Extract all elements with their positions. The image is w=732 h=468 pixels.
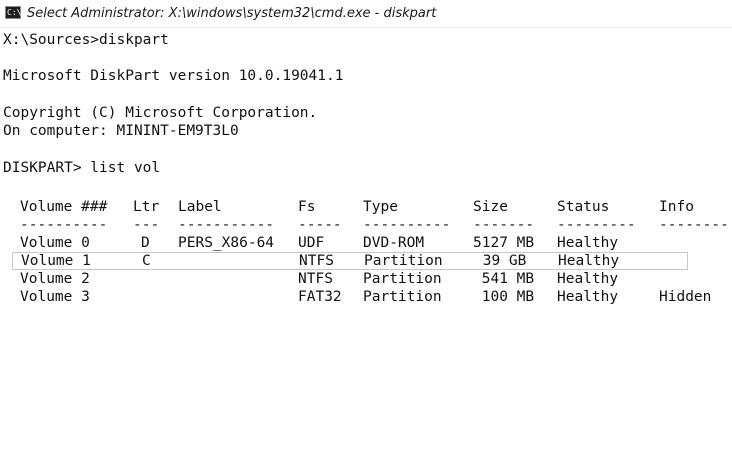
cell-status: Healthy bbox=[558, 253, 620, 269]
header-ltr: Ltr bbox=[133, 199, 160, 215]
separator: ---------- bbox=[363, 217, 451, 233]
command-line: DISKPART> list vol bbox=[3, 160, 161, 176]
separator: --- bbox=[133, 217, 160, 233]
cmd-icon-label: C:\ bbox=[7, 8, 22, 17]
table-header-row: Volume ### Ltr Label Fs Type Size Status… bbox=[3, 198, 723, 216]
separator: --------- bbox=[557, 217, 636, 233]
cell-size: 541 MB bbox=[473, 271, 535, 287]
separator: ----- bbox=[298, 217, 342, 233]
copyright-line: Copyright (C) Microsoft Corporation. bbox=[3, 105, 318, 121]
table-separator-row: ---------- --- ----------- ----- -------… bbox=[3, 216, 732, 234]
cell-volume: Volume 1 bbox=[21, 253, 91, 269]
cell-fs: NTFS bbox=[298, 271, 333, 287]
cell-fs: NTFS bbox=[299, 253, 334, 269]
window-title: Select Administrator: X:\windows\system3… bbox=[27, 6, 437, 21]
cell-type: DVD-ROM bbox=[363, 235, 425, 251]
console-output[interactable]: X:\Sources>diskpart Microsoft DiskPart v… bbox=[0, 28, 732, 319]
cell-size: 100 MB bbox=[473, 289, 535, 305]
header-info: Info bbox=[659, 199, 694, 215]
prompt-line: X:\Sources>diskpart bbox=[3, 32, 169, 48]
separator: ---------- bbox=[20, 217, 108, 233]
cell-label: PERS_X86-64 bbox=[178, 235, 275, 251]
table-row-selected[interactable]: Volume 1 C NTFS Partition 39 GB Healthy bbox=[12, 252, 688, 270]
cell-ltr: D bbox=[141, 235, 150, 251]
header-type: Type bbox=[363, 199, 398, 215]
cell-size: 5127 MB bbox=[473, 235, 535, 251]
separator: -------- bbox=[659, 217, 729, 233]
separator: ----------- bbox=[178, 217, 275, 233]
cell-type: Partition bbox=[363, 289, 442, 305]
separator: ------- bbox=[473, 217, 535, 233]
header-volume: Volume ### bbox=[20, 199, 108, 215]
cell-volume: Volume 0 bbox=[20, 235, 90, 251]
header-fs: Fs bbox=[298, 199, 316, 215]
computer-name-line: On computer: MININT-EM9T3L0 bbox=[3, 123, 239, 139]
cell-volume: Volume 2 bbox=[20, 271, 90, 287]
cell-type: Partition bbox=[363, 271, 442, 287]
cell-size: 39 GB bbox=[474, 253, 527, 269]
cell-info: Hidden bbox=[659, 289, 712, 305]
cell-fs: FAT32 bbox=[298, 289, 342, 305]
cell-status: Healthy bbox=[557, 289, 619, 305]
header-size: Size bbox=[473, 199, 508, 215]
cell-type: Partition bbox=[364, 253, 443, 269]
cell-status: Healthy bbox=[557, 235, 619, 251]
cell-fs: UDF bbox=[298, 235, 325, 251]
table-row: Volume 3 FAT32 Partition 100 MB Healthy … bbox=[3, 288, 723, 306]
header-label: Label bbox=[178, 199, 222, 215]
window-titlebar[interactable]: C:\ Select Administrator: X:\windows\sys… bbox=[0, 0, 732, 28]
table-row: Volume 2 NTFS Partition 541 MB Healthy bbox=[3, 270, 723, 288]
cell-ltr: C bbox=[142, 253, 151, 269]
cmd-app-icon[interactable]: C:\ bbox=[5, 6, 21, 19]
version-line: Microsoft DiskPart version 10.0.19041.1 bbox=[3, 68, 344, 84]
cell-status: Healthy bbox=[557, 271, 619, 287]
header-status: Status bbox=[557, 199, 610, 215]
table-row: Volume 0 D PERS_X86-64 UDF DVD-ROM 5127 … bbox=[3, 234, 723, 252]
cell-volume: Volume 3 bbox=[20, 289, 90, 305]
